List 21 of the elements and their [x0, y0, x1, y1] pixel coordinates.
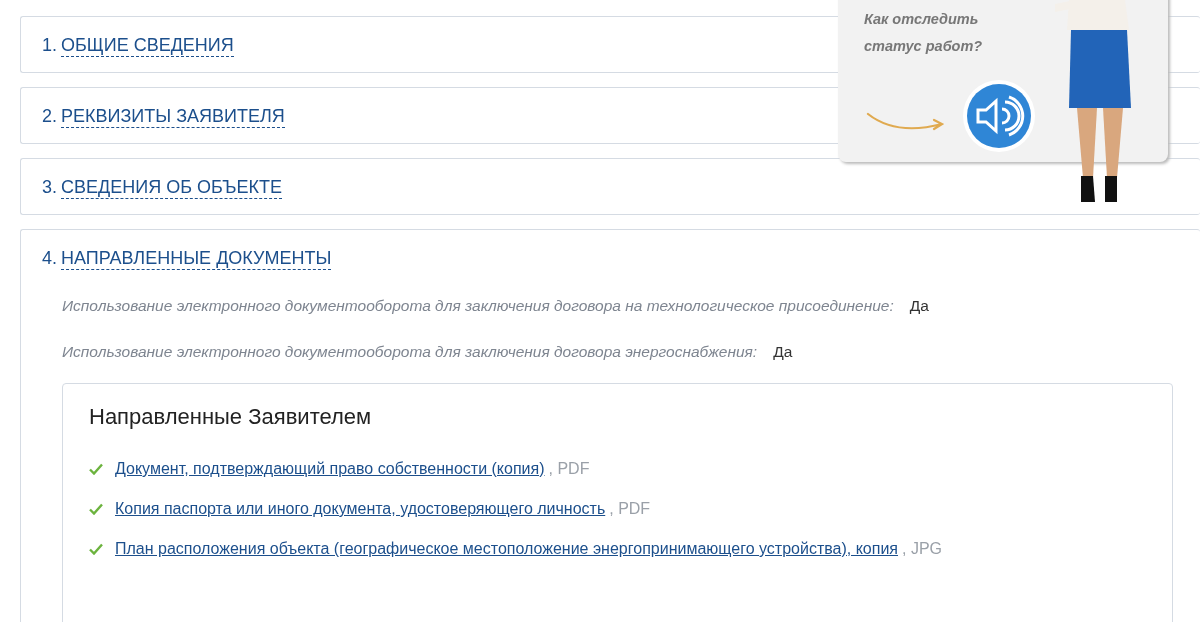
field-label: Использование электронного документооборота для заключения договора энергоснабжения:	[62, 343, 758, 361]
section-number: 3.	[42, 177, 57, 198]
document-link[interactable]: Копия паспорта или иного документа, удостоверяющего личность	[115, 500, 606, 517]
file-format: , JPG	[902, 540, 943, 557]
section-toggle[interactable]: НАПРАВЛЕННЫЕ ДОКУМЕНТЫ	[61, 248, 332, 270]
section-toggle[interactable]: ОБЩИЕ СВЕДЕНИЯ	[61, 35, 234, 57]
section-number: 4.	[42, 248, 57, 269]
file-format: , PDF	[609, 500, 651, 517]
section-number: 2.	[42, 106, 57, 127]
help-question: Как отследить статус работ?	[864, 10, 984, 56]
field-value: Да	[909, 297, 929, 315]
speaker-button[interactable]	[962, 79, 1036, 153]
field-label: Использование электронного документооборота для заключения договора на технологическое присоединение:	[62, 297, 894, 315]
section-toggle[interactable]: СВЕДЕНИЯ ОБ ОБЪЕКТЕ	[61, 177, 282, 199]
document-link[interactable]: План расположения объекта (географическое местоположение энергопринимающего устройства), копия	[115, 540, 898, 557]
section-toggle[interactable]: РЕКВИЗИТЫ ЗАЯВИТЕЛЯ	[61, 106, 285, 128]
panel-title: Направленные Заявителем	[89, 404, 373, 430]
field-value: Да	[773, 343, 793, 361]
file-format: , PDF	[548, 460, 590, 477]
section-number: 1.	[42, 35, 57, 56]
document-link[interactable]: Документ, подтверждающий право собственности (копия)	[115, 460, 545, 477]
